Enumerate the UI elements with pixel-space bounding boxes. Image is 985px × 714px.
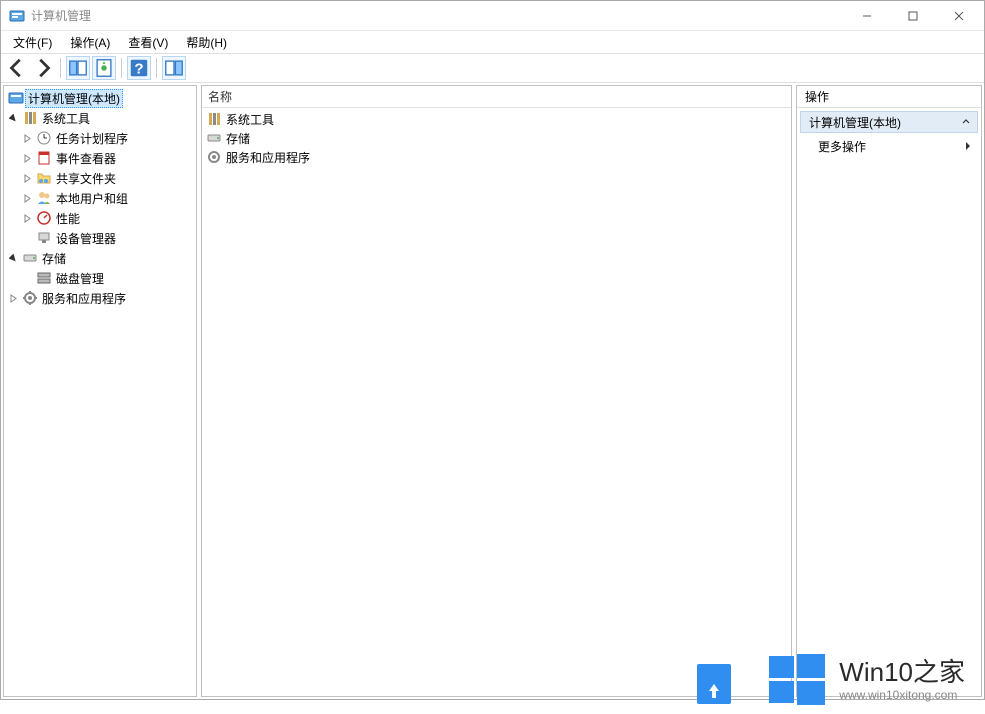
expand-icon[interactable] [20, 191, 34, 205]
watermark-text: Win10之家 www.win10xitong.com [839, 657, 965, 703]
window-controls [844, 2, 982, 30]
tree-device-manager[interactable]: 设备管理器 [4, 228, 196, 248]
properties-button[interactable] [92, 56, 116, 80]
menu-bar: 文件(F) 操作(A) 查看(V) 帮助(H) [1, 31, 984, 53]
toolbar-separator [156, 58, 157, 78]
back-button[interactable] [5, 56, 29, 80]
shared-folders-icon [36, 170, 52, 186]
column-name: 名称 [208, 88, 232, 105]
expand-icon[interactable] [20, 171, 34, 185]
close-button[interactable] [936, 2, 982, 30]
list-item-system-tools[interactable]: 系统工具 [206, 110, 787, 128]
minimize-button[interactable] [844, 2, 890, 30]
tree-label: 设备管理器 [56, 230, 116, 247]
action-link-label: 更多操作 [818, 138, 866, 155]
menu-action[interactable]: 操作(A) [62, 32, 118, 53]
content-area: 计算机管理(本地) 系统工具 任务计划程序 [1, 83, 984, 699]
help-button[interactable]: ? [127, 56, 151, 80]
tree-local-users[interactable]: 本地用户和组 [4, 188, 196, 208]
tree-label: 系统工具 [42, 110, 90, 127]
watermark: Win10之家 www.win10xitong.com [767, 652, 965, 708]
tree-root-label: 计算机管理(本地) [25, 89, 123, 108]
tree-label: 共享文件夹 [56, 170, 116, 187]
menu-help[interactable]: 帮助(H) [178, 32, 235, 53]
expand-icon[interactable] [20, 131, 34, 145]
list-item-storage[interactable]: 存储 [206, 129, 787, 147]
action-panel-header: 操作 [797, 86, 981, 108]
navigation-tree[interactable]: 计算机管理(本地) 系统工具 任务计划程序 [4, 86, 196, 310]
action-panel: 操作 计算机管理(本地) 更多操作 [796, 85, 982, 697]
title-bar: 计算机管理 [1, 1, 984, 31]
collapse-arrow-icon [961, 116, 971, 130]
list-body: 系统工具 存储 服务和应用程序 [202, 108, 791, 169]
maximize-button[interactable] [890, 2, 936, 30]
services-icon [22, 290, 38, 306]
tree-panel: 计算机管理(本地) 系统工具 任务计划程序 [3, 85, 197, 697]
device-manager-icon [36, 230, 52, 246]
app-icon [9, 8, 25, 24]
system-tools-icon [22, 110, 38, 126]
expand-icon[interactable] [20, 151, 34, 165]
tree-task-scheduler[interactable]: 任务计划程序 [4, 128, 196, 148]
tree-event-viewer[interactable]: 事件查看器 [4, 148, 196, 168]
list-column-header[interactable]: 名称 [202, 86, 791, 108]
show-hide-action-pane-button[interactable] [162, 56, 186, 80]
tree-label: 事件查看器 [56, 150, 116, 167]
blue-badge-icon [697, 664, 731, 704]
storage-icon [22, 250, 38, 266]
toolbar-separator [60, 58, 61, 78]
window-title: 计算机管理 [31, 7, 844, 24]
app-window: 计算机管理 文件(F) 操作(A) 查看(V) 帮助(H) [0, 0, 985, 700]
tree-label: 存储 [42, 250, 66, 267]
disk-management-icon [36, 270, 52, 286]
users-icon [36, 190, 52, 206]
windows-logo-icon [767, 652, 827, 708]
expand-icon[interactable] [20, 211, 34, 225]
tree-root[interactable]: 计算机管理(本地) [4, 88, 196, 108]
tree-label: 服务和应用程序 [42, 290, 126, 307]
list-item-services-apps[interactable]: 服务和应用程序 [206, 148, 787, 166]
tree-label: 本地用户和组 [56, 190, 128, 207]
collapse-icon[interactable] [6, 251, 20, 265]
performance-icon [36, 210, 52, 226]
list-item-label: 服务和应用程序 [226, 149, 310, 166]
list-panel: 名称 系统工具 存储 [201, 85, 792, 697]
action-section-label: 计算机管理(本地) [809, 114, 901, 131]
tree-performance[interactable]: 性能 [4, 208, 196, 228]
toolbar-separator [121, 58, 122, 78]
tree-label: 性能 [56, 210, 80, 227]
services-icon [206, 149, 222, 165]
expand-icon[interactable] [6, 291, 20, 305]
menu-file[interactable]: 文件(F) [5, 32, 60, 53]
list-item-label: 存储 [226, 130, 250, 147]
menu-view[interactable]: 查看(V) [120, 32, 176, 53]
tree-label: 任务计划程序 [56, 130, 128, 147]
tree-system-tools[interactable]: 系统工具 [4, 108, 196, 128]
chevron-right-icon [964, 140, 972, 154]
event-viewer-icon [36, 150, 52, 166]
tree-storage[interactable]: 存储 [4, 248, 196, 268]
collapse-icon[interactable] [6, 111, 20, 125]
storage-icon [206, 130, 222, 146]
watermark-url: www.win10xitong.com [839, 688, 965, 702]
toolbar: ? [1, 53, 984, 83]
tree-label: 磁盘管理 [56, 270, 104, 287]
show-hide-console-tree-button[interactable] [66, 56, 90, 80]
tree-disk-management[interactable]: 磁盘管理 [4, 268, 196, 288]
watermark-brand: Win10之家 [839, 657, 965, 688]
computer-management-icon [8, 90, 24, 106]
tree-services-apps[interactable]: 服务和应用程序 [4, 288, 196, 308]
action-more-actions[interactable]: 更多操作 [800, 135, 978, 157]
clock-icon [36, 130, 52, 146]
svg-text:?: ? [134, 61, 143, 78]
action-section-title[interactable]: 计算机管理(本地) [800, 111, 978, 133]
forward-button[interactable] [31, 56, 55, 80]
system-tools-icon [206, 111, 222, 127]
tree-shared-folders[interactable]: 共享文件夹 [4, 168, 196, 188]
list-item-label: 系统工具 [226, 111, 274, 128]
